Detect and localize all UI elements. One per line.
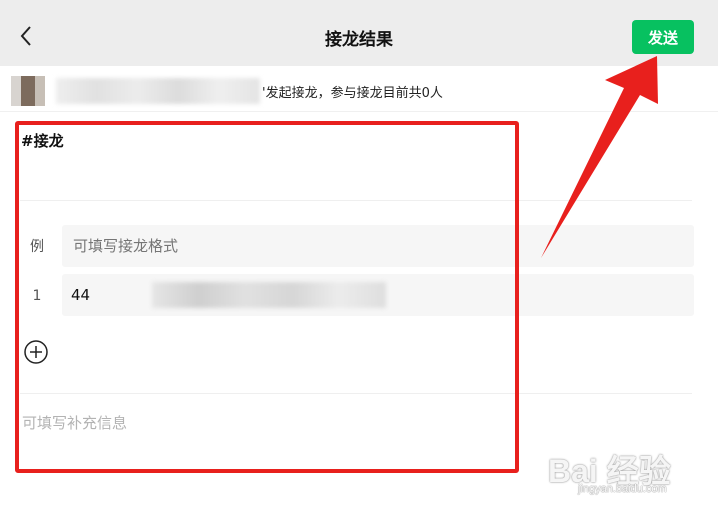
supplementary-info-field[interactable]: 可填写补充信息 [22, 412, 127, 433]
add-entry-button[interactable] [24, 340, 48, 368]
page-title: 接龙结果 [325, 30, 393, 50]
initiator-info: '发起接龙，参与接龙目前共0人 [0, 66, 718, 112]
divider [20, 393, 692, 394]
watermark-url: jingyan.baidu.com [578, 483, 667, 495]
status-bar [0, 0, 718, 8]
nav-header: 接龙结果 发送 [0, 8, 718, 66]
send-button[interactable]: 发送 [632, 20, 694, 54]
plus-circle-icon [24, 340, 48, 368]
example-format-input[interactable] [71, 236, 375, 256]
hashtag-title[interactable]: #接龙 [21, 130, 64, 151]
blurred-entry [152, 282, 386, 308]
entry-index: 1 [32, 288, 42, 304]
avatar [11, 76, 45, 106]
example-format-field[interactable] [62, 225, 694, 267]
entry-field[interactable]: 44 [62, 274, 694, 316]
participation-summary: '发起接龙，参与接龙目前共0人 [262, 86, 443, 101]
entry-value: 44 [71, 286, 91, 304]
divider [20, 200, 692, 201]
baidu-watermark: Bai 经验 jingyan.baidu.com [548, 446, 712, 510]
example-index: 例 [30, 239, 44, 255]
blurred-name [56, 78, 260, 104]
